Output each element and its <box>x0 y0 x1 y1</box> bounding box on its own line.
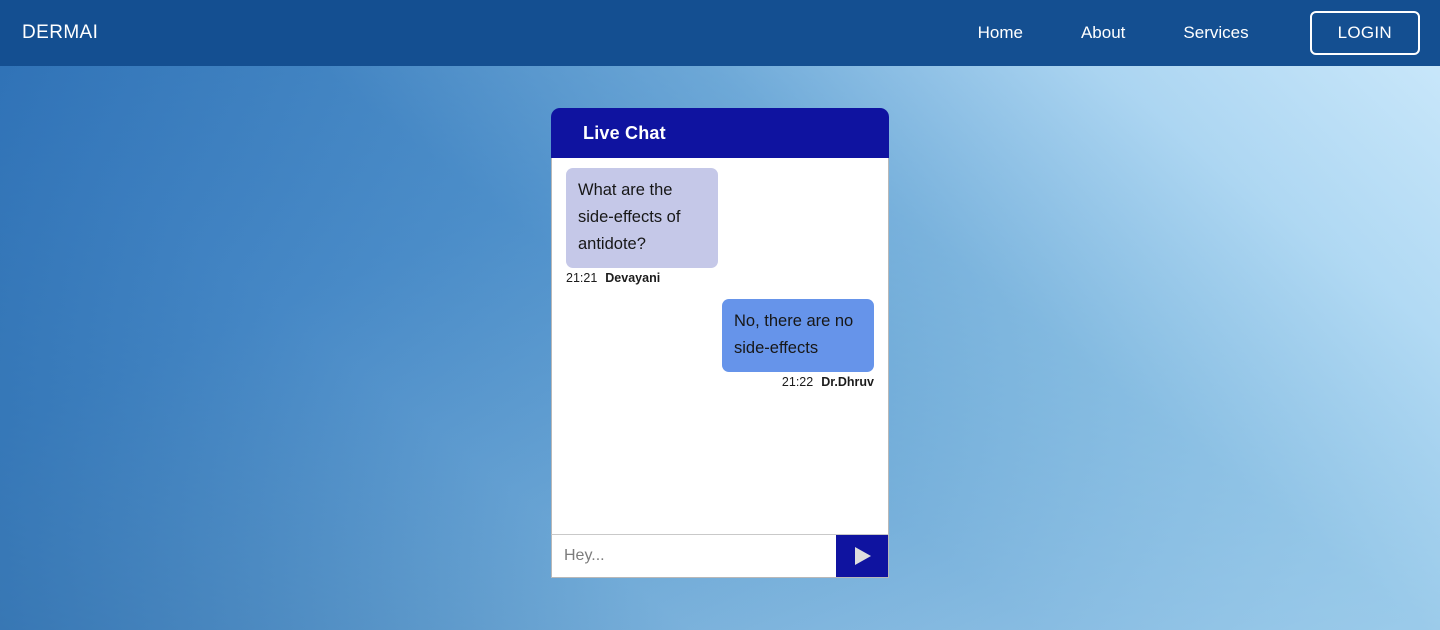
chat-input-bar <box>551 534 889 578</box>
chat-message: What are the side-effects of antidote? 2… <box>566 168 874 285</box>
chat-message-input[interactable] <box>552 535 836 577</box>
chat-title: Live Chat <box>583 122 666 143</box>
message-meta: 21:22 Dr.Dhruv <box>782 375 874 389</box>
login-button[interactable]: LOGIN <box>1309 11 1420 55</box>
chat-message: No, there are no side-effects 21:22 Dr.D… <box>566 299 874 389</box>
nav-links: Home About Services LOGIN <box>949 11 1440 55</box>
send-button[interactable] <box>836 535 888 577</box>
nav-item-about[interactable]: About <box>1052 15 1154 51</box>
message-timestamp: 21:22 <box>781 375 814 389</box>
live-chat-widget: Live Chat What are the side-effects of a… <box>551 108 889 578</box>
chat-message-list[interactable]: What are the side-effects of antidote? 2… <box>551 158 889 534</box>
message-author: Dr.Dhruv <box>821 375 874 389</box>
chat-header[interactable]: Live Chat <box>551 108 889 158</box>
brand-logo[interactable]: DERMAI <box>22 22 98 44</box>
page-background: DERMAI Home About Services LOGIN Live Ch… <box>0 0 1440 630</box>
top-navbar: DERMAI Home About Services LOGIN <box>0 0 1440 66</box>
message-timestamp: 21:21 <box>566 271 598 285</box>
message-bubble-outgoing: No, there are no side-effects <box>722 299 874 372</box>
send-triangle-icon <box>849 543 875 569</box>
message-bubble-incoming: What are the side-effects of antidote? <box>566 168 718 268</box>
message-author: Devayani <box>605 271 661 285</box>
nav-item-home[interactable]: Home <box>949 15 1052 51</box>
nav-item-services[interactable]: Services <box>1154 15 1277 51</box>
message-meta: 21:21 Devayani <box>566 271 660 285</box>
